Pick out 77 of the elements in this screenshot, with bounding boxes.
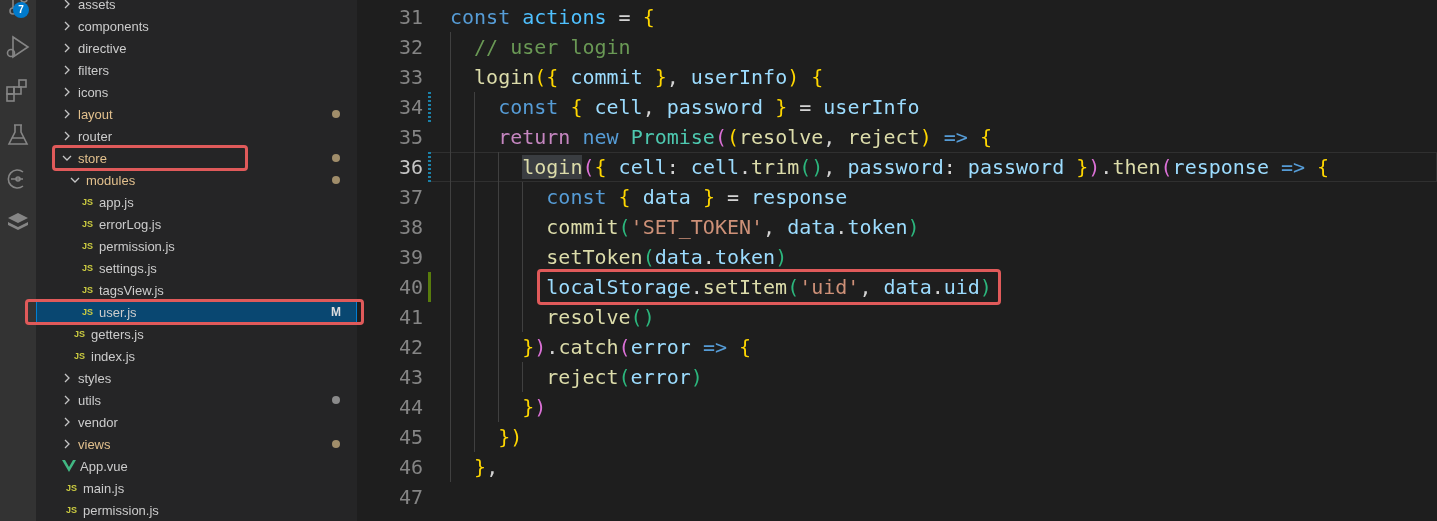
- tree-item[interactable]: App.vue: [36, 455, 357, 477]
- line-number: 42: [397, 335, 423, 359]
- tree-item[interactable]: JS index.js: [36, 345, 357, 367]
- tree-item[interactable]: JS tagsView.js: [36, 279, 357, 301]
- tree-item[interactable]: utils: [36, 389, 357, 411]
- tree-item[interactable]: modules: [36, 169, 357, 191]
- status-dot: [332, 440, 340, 448]
- js-file-icon: JS: [82, 241, 96, 251]
- js-file-icon: JS: [66, 483, 80, 493]
- js-file-icon: JS: [82, 285, 96, 295]
- code-line: localStorage.setItem('uid', data.uid): [546, 274, 992, 300]
- code-line: }).catch(error => {: [522, 335, 752, 359]
- js-file-icon: JS: [82, 197, 96, 207]
- js-file-icon: JS: [82, 219, 96, 229]
- line-number: 41: [397, 305, 423, 329]
- tree-item[interactable]: assets: [36, 0, 357, 15]
- line-number: 47: [397, 485, 423, 509]
- js-file-icon: JS: [82, 263, 96, 273]
- js-file-icon: JS: [66, 505, 80, 515]
- code-line: const { cell, password } = userInfo: [498, 95, 920, 119]
- vue-file-icon: [62, 460, 76, 472]
- code-line: }): [498, 425, 523, 449]
- tree-item[interactable]: store: [36, 147, 357, 169]
- code-line: },: [474, 455, 499, 479]
- line-number: 39: [397, 245, 423, 269]
- code-line: const { data } = response: [546, 185, 848, 209]
- tree-item[interactable]: components: [36, 15, 357, 37]
- run-debug-icon[interactable]: [5, 34, 31, 60]
- tree-item[interactable]: filters: [36, 59, 357, 81]
- tree-item[interactable]: JS settings.js: [36, 257, 357, 279]
- tree-item[interactable]: JS main.js: [36, 477, 357, 499]
- tree-item[interactable]: JS app.js: [36, 191, 357, 213]
- tree-item[interactable]: icons: [36, 81, 357, 103]
- line-number: 43: [397, 365, 423, 389]
- status-dot: [332, 110, 340, 118]
- tree-item[interactable]: router: [36, 125, 357, 147]
- tree-item[interactable]: JS getters.js: [36, 323, 357, 345]
- tree-item[interactable]: vendor: [36, 411, 357, 433]
- line-number: 34: [397, 95, 423, 119]
- tree-item[interactable]: JS errorLog.js: [36, 213, 357, 235]
- js-file-icon: JS: [82, 307, 96, 317]
- selected-file-row[interactable]: JS user.js M: [36, 301, 357, 323]
- line-number: 38: [397, 215, 423, 239]
- tree-item[interactable]: styles: [36, 367, 357, 389]
- js-file-icon: JS: [74, 329, 88, 339]
- tree-item[interactable]: JS permission.js: [36, 499, 357, 521]
- code-line: return new Promise((resolve, reject) => {: [498, 125, 992, 149]
- code-line: // user login: [474, 35, 631, 59]
- js-file-icon: JS: [74, 351, 88, 361]
- line-number: 37: [397, 185, 423, 209]
- code-line: reject(error): [546, 365, 703, 389]
- line-number: 45: [397, 425, 423, 449]
- code-line: setToken(data.token): [546, 245, 788, 269]
- line-number: 36: [397, 155, 423, 179]
- line-number: 32: [397, 35, 423, 59]
- notification-badge: 7: [13, 2, 29, 18]
- tree-item[interactable]: JS permission.js: [36, 235, 357, 257]
- tree-item[interactable]: layout: [36, 103, 357, 125]
- line-number: 46: [397, 455, 423, 479]
- line-number: 40: [397, 275, 423, 299]
- git-status-letter: M: [331, 305, 341, 319]
- line-number: 44: [397, 395, 423, 419]
- tree-item[interactable]: views: [36, 433, 357, 455]
- status-dot: [332, 176, 340, 184]
- code-line: login({ cell: cell.trim(), password: password }).then(response => {: [522, 155, 1330, 179]
- code-line: const actions = {: [450, 5, 655, 29]
- code-line: login({ commit }, userInfo) {: [474, 65, 824, 89]
- flask-icon[interactable]: [5, 122, 31, 148]
- status-dot: [332, 396, 340, 404]
- code-line: resolve(): [546, 305, 655, 329]
- code-line: commit('SET_TOKEN', data.token): [546, 215, 920, 239]
- line-number: 33: [397, 65, 423, 89]
- status-dot: [332, 154, 340, 162]
- line-number: 35: [397, 125, 423, 149]
- code-line: }): [522, 395, 547, 419]
- line-number: 31: [397, 5, 423, 29]
- tree-item[interactable]: directive: [36, 37, 357, 59]
